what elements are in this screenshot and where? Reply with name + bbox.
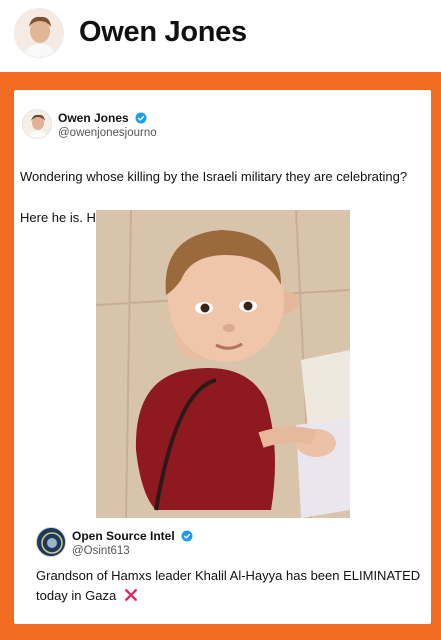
top-header: Owen Jones <box>0 0 441 72</box>
quoted-author-handle[interactable]: @Osint613 <box>72 545 130 557</box>
tweet-header: Owen Jones @owenjonesjourno <box>22 109 422 143</box>
tweet-author-avatar[interactable] <box>22 109 52 139</box>
tweet-author-handle[interactable]: @owenjonesjourno <box>58 127 157 139</box>
quoted-tweet-text-content: Grandson of Hamxs leader Khalil Al-Hayya… <box>36 568 421 603</box>
tweet-card: Owen Jones @owenjonesjourno Wondering wh… <box>14 90 431 624</box>
quoted-tweet-header: Open Source Intel @Osint613 <box>36 527 416 561</box>
verified-badge-icon <box>135 112 147 124</box>
quoted-author-name[interactable]: Open Source Intel <box>72 529 193 543</box>
quoted-author-name-text: Open Source Intel <box>72 529 175 543</box>
quoted-tweet-text: Grandson of Hamxs leader Khalil Al-Hayya… <box>36 566 426 606</box>
profile-avatar[interactable] <box>14 8 64 58</box>
orange-frame: Owen Jones @owenjonesjourno Wondering wh… <box>0 72 441 640</box>
tweet-photo[interactable] <box>96 210 350 518</box>
quoted-author-avatar[interactable] <box>36 527 66 557</box>
cross-mark-icon <box>124 589 137 601</box>
tweet-author-name[interactable]: Owen Jones <box>58 111 147 125</box>
verified-badge-icon <box>181 530 193 542</box>
tweet-text-line1: Wondering whose killing by the Israeli m… <box>20 169 408 184</box>
profile-name: Owen Jones <box>79 16 247 48</box>
tweet-author-name-text: Owen Jones <box>58 111 129 125</box>
